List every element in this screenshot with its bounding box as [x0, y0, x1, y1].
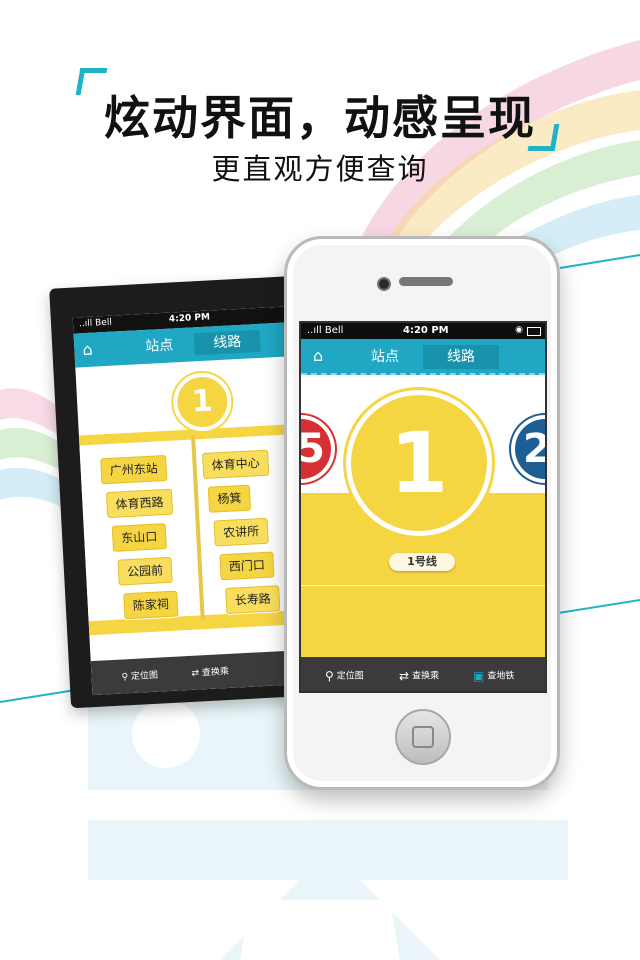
stop-item[interactable]: 体育中心 — [201, 449, 270, 480]
nav-bar: ⌂ 站点 线路 — [301, 339, 545, 375]
tab-stations[interactable]: 站点 — [126, 333, 193, 358]
lock-icon: ◉ — [515, 325, 523, 335]
status-time: 4:20 PM — [403, 325, 449, 336]
stop-item[interactable]: 公园前 — [117, 556, 173, 586]
stop-item[interactable]: 广州东站 — [100, 454, 168, 485]
toolbar-label: 查换乘 — [412, 671, 440, 682]
stop-item[interactable]: 长寿路 — [225, 585, 281, 614]
home-button[interactable] — [395, 709, 451, 765]
status-bar: ..ıll Bell 4:20 PM ◉ — [301, 323, 545, 339]
stop-item[interactable]: 杨箕 — [207, 484, 252, 513]
battery-icon — [527, 327, 541, 336]
tab-lines[interactable]: 线路 — [423, 345, 499, 369]
transfer-icon: ⇄ — [191, 668, 200, 679]
subway-icon: ▣ — [473, 669, 485, 683]
toolbar-transfer-button[interactable]: ⇄ 查换乘 — [399, 669, 439, 683]
carrier-label: ..ıll Bell — [307, 325, 344, 336]
toolbar-label: 定位图 — [130, 670, 159, 683]
toolbar-subway-button[interactable]: ▣ 查地铁 — [473, 669, 514, 683]
pin-icon: ⚲ — [121, 672, 129, 683]
line-name-label: 1号线 — [389, 553, 455, 571]
bottom-toolbar: ⚲ 定位图 ⇄ 查换乘 ▣ 查地铁 — [301, 657, 545, 691]
front-phone: ..ıll Bell 4:20 PM ◉ ⌂ 站点 线路 5 2 1 1号线 ⚲… — [284, 236, 560, 790]
stop-item[interactable]: 东山口 — [111, 523, 167, 552]
front-phone-screen: ..ıll Bell 4:20 PM ◉ ⌂ 站点 线路 5 2 1 1号线 ⚲… — [299, 321, 547, 693]
headline-title: 炫动界面，动感呈现 — [104, 91, 536, 145]
transfer-icon: ⇄ — [399, 669, 410, 683]
toolbar-label: 查地铁 — [487, 671, 515, 682]
speaker-grille — [399, 277, 453, 286]
toolbar-label: 查换乘 — [201, 666, 230, 679]
stop-item[interactable]: 西门口 — [219, 551, 275, 581]
prev-line-badge[interactable]: 5 — [301, 419, 331, 479]
toolbar-map-button[interactable]: ⚲ 定位图 — [121, 668, 158, 683]
camera-icon — [377, 277, 391, 291]
stop-item[interactable]: 农讲所 — [213, 517, 269, 547]
tab-stations[interactable]: 站点 — [347, 345, 423, 369]
stop-item[interactable]: 体育西路 — [105, 488, 174, 519]
home-icon[interactable]: ⌂ — [82, 340, 93, 360]
toolbar-transfer-button[interactable]: ⇄ 查换乘 — [191, 664, 229, 679]
toolbar-map-button[interactable]: ⚲ 定位图 — [325, 669, 364, 683]
line-badge: 1 — [171, 371, 233, 433]
stop-item[interactable]: 陈家祠 — [123, 590, 179, 620]
next-line-badge[interactable]: 2 — [515, 419, 545, 479]
carrier-label: ..ıll Bell — [78, 317, 113, 330]
toolbar-label: 定位图 — [336, 671, 364, 682]
status-time: 4:20 PM — [168, 312, 211, 325]
tab-lines[interactable]: 线路 — [193, 329, 261, 356]
back-phone: ..ıll Bell 4:20 PM ⌂ 站点 线路 1 广州东站 体育西路 东… — [49, 275, 321, 709]
current-line-badge[interactable]: 1 — [351, 395, 487, 531]
pin-icon: ⚲ — [325, 669, 334, 683]
headline-subtitle: 更直观方便查询 — [211, 152, 429, 186]
home-icon[interactable]: ⌂ — [313, 346, 323, 365]
band-divider — [301, 585, 545, 586]
